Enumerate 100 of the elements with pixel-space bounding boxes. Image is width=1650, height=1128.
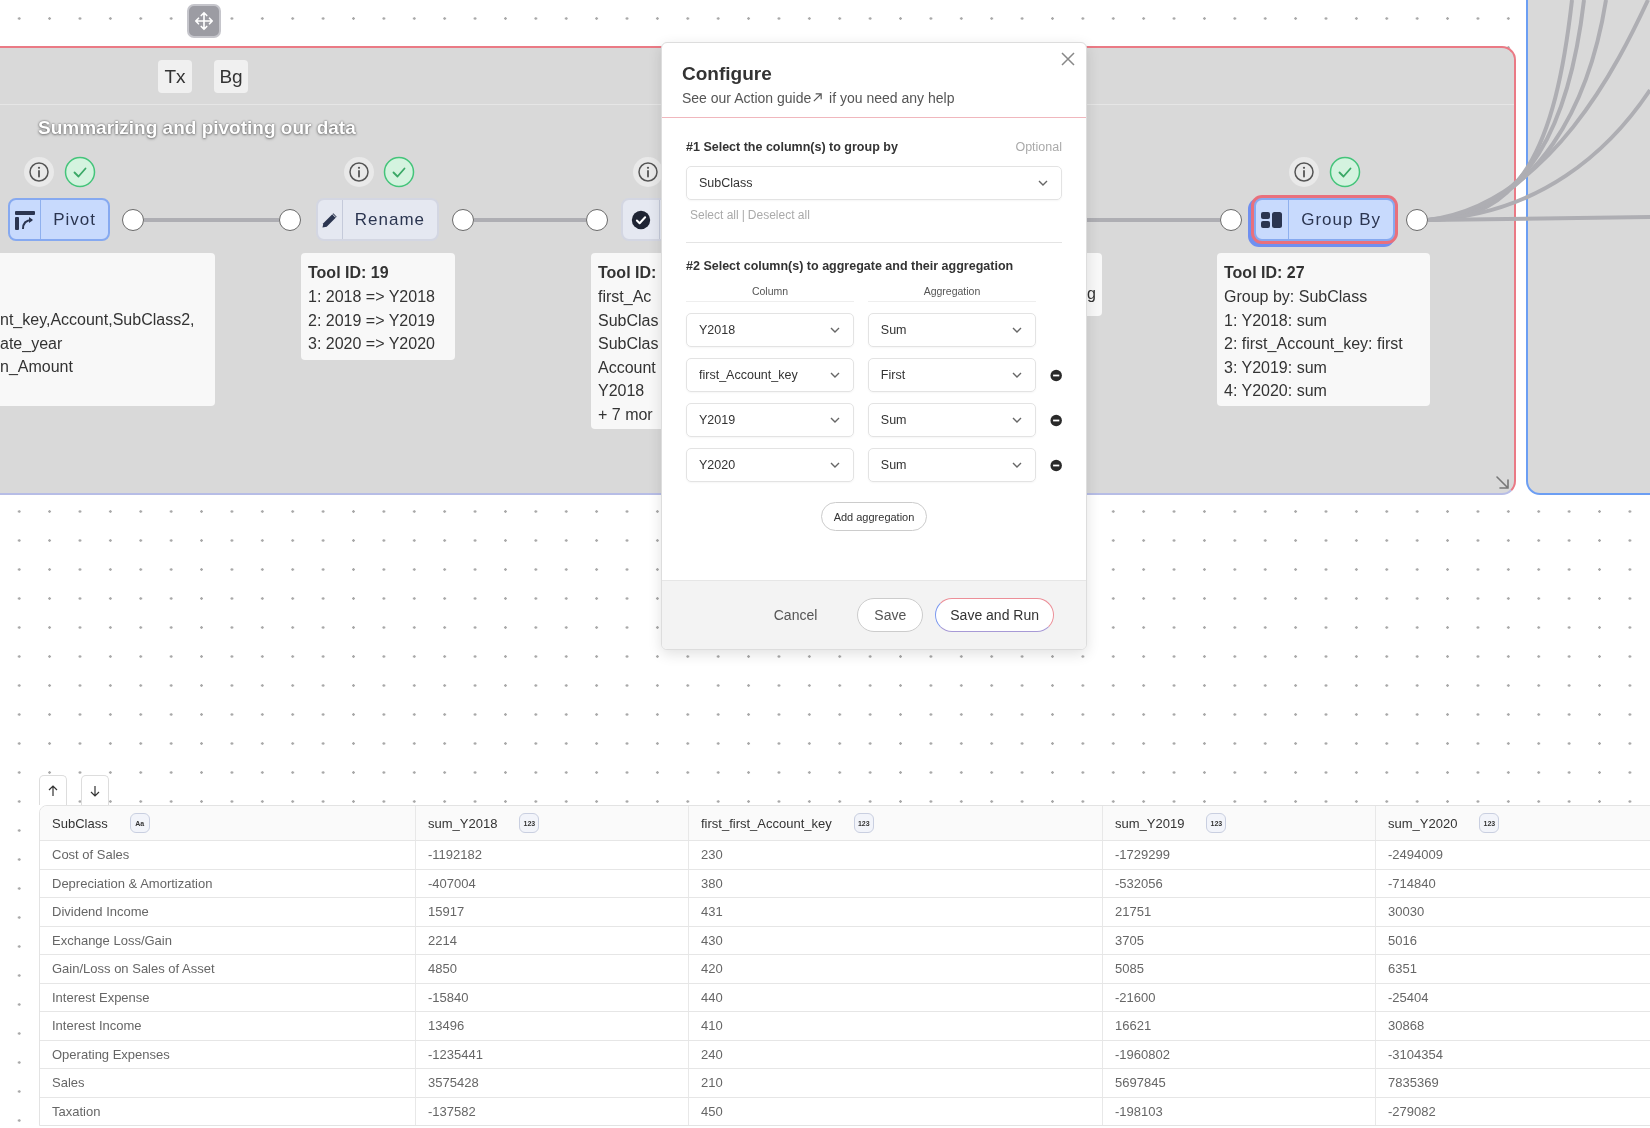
table-cell: -279082	[1376, 1097, 1650, 1125]
column-select[interactable]: Y2020	[686, 448, 854, 482]
table-cell: -714840	[1376, 869, 1650, 897]
table-cell: Cost of Sales	[40, 841, 416, 869]
table-cell: 7835369	[1376, 1069, 1650, 1097]
table-cell: -1729299	[1103, 841, 1376, 869]
card-title: Tool ID: 27	[1224, 263, 1305, 283]
aggregation-select[interactable]: Sum	[867, 403, 1036, 437]
resize-icon[interactable]	[1494, 474, 1512, 492]
close-icon[interactable]	[1060, 51, 1076, 67]
aggregation-select[interactable]: Sum	[867, 448, 1036, 482]
tool-node[interactable]: Rename	[316, 198, 439, 241]
link-separator: |	[741, 208, 745, 222]
table-cell: 420	[689, 955, 1103, 983]
table-cell: 13496	[416, 1012, 689, 1040]
table-cell: Depreciation & Amortization	[40, 869, 416, 897]
table-cell: -15840	[416, 983, 689, 1011]
info-icon[interactable]	[632, 156, 664, 188]
check-circle-icon	[630, 208, 652, 231]
aggregation-select[interactable]: Sum	[867, 313, 1036, 347]
card-text: 4: Y2020: sum	[1224, 381, 1327, 401]
format-button[interactable]: Bg	[214, 60, 248, 93]
column-header: Aggregation	[868, 285, 1036, 302]
column-select[interactable]: first_Account_key	[686, 358, 854, 392]
tool-node[interactable]: Pivot	[8, 198, 110, 241]
card-text: g	[1087, 284, 1096, 304]
card-text: Group by: SubClass	[1224, 287, 1368, 307]
table-cell: Dividend Income	[40, 898, 416, 926]
action-guide-link[interactable]: Action guide	[734, 90, 826, 106]
save-and-run-button[interactable]: Save and Run	[935, 598, 1054, 632]
move-icon	[193, 10, 215, 32]
group-title: Summarizing and pivoting our data	[38, 117, 356, 139]
column-select[interactable]: Y2019	[686, 403, 854, 437]
remove-icon[interactable]	[1049, 413, 1062, 427]
table-cell: 3705	[1103, 926, 1376, 954]
sort-ascending-button[interactable]	[39, 775, 67, 805]
save-button[interactable]: Save	[857, 598, 924, 632]
remove-icon[interactable]	[1049, 458, 1062, 472]
table-cell: 5085	[1103, 955, 1376, 983]
column-header: first_first_Account_key	[701, 815, 832, 831]
table-cell: 230	[689, 841, 1103, 869]
group-icon	[1260, 209, 1285, 230]
card-text: Account	[598, 357, 656, 378]
card-text: 3: Y2019: sum	[1224, 357, 1327, 378]
card-text: 1: 2018 => Y2018	[308, 287, 435, 307]
table-cell: 240	[689, 1040, 1103, 1068]
card-text: nt_key,Account,SubClass2,	[0, 310, 195, 330]
table-cell: -532056	[1103, 869, 1376, 897]
table-cell: Interest Expense	[40, 983, 416, 1011]
table-cell: 5016	[1376, 926, 1650, 954]
table-cell: 5697845	[1103, 1069, 1376, 1097]
column-header: sum_Y2018	[428, 815, 498, 831]
card-text: Y2018	[598, 381, 645, 401]
info-icon[interactable]	[343, 156, 375, 188]
table-cell: -25404	[1376, 983, 1650, 1011]
table-cell: 16621	[1103, 1012, 1376, 1040]
cancel-button[interactable]: Cancel	[759, 598, 832, 632]
add-aggregation-button[interactable]: Add aggregation	[820, 502, 928, 531]
info-icon[interactable]	[23, 156, 55, 188]
table-cell: Interest Income	[40, 1012, 416, 1040]
table-cell: 30030	[1376, 898, 1650, 926]
card-text: SubClas	[598, 334, 659, 354]
table-cell: -2494009	[1376, 841, 1650, 869]
table-cell: 2214	[416, 926, 689, 954]
card-text: 2: 2019 => Y2019	[308, 310, 435, 331]
column-select[interactable]: Y2018	[686, 313, 854, 347]
move-handle[interactable]	[187, 4, 221, 38]
table-cell: 6351	[1376, 955, 1650, 983]
table-cell: 440	[689, 983, 1103, 1011]
table-cell: -21600	[1103, 983, 1376, 1011]
card-title: Tool ID:	[598, 263, 657, 283]
table-cell: 15917	[416, 898, 689, 926]
card-text: 2: first_Account_key: first	[1224, 334, 1403, 354]
step-heading: #1 Select the column(s) to group by	[686, 140, 898, 154]
optional-hint: Optional	[1015, 140, 1062, 154]
external-link-icon	[812, 92, 824, 103]
card-title: Tool ID: 19	[308, 263, 389, 283]
group-by-select[interactable]: SubClass	[686, 166, 1062, 200]
table-cell: -407004	[416, 869, 689, 897]
sort-descending-button[interactable]	[81, 775, 109, 805]
table-cell: -3104354	[1376, 1040, 1650, 1068]
aggregation-select[interactable]: First	[867, 358, 1036, 392]
table-cell: Taxation	[40, 1097, 416, 1125]
card-text: n_Amount	[0, 357, 73, 377]
info-icon[interactable]	[1288, 156, 1320, 188]
table-cell: 21751	[1103, 898, 1376, 926]
remove-icon[interactable]	[1049, 368, 1062, 382]
table-cell: Sales	[40, 1069, 416, 1097]
table-cell: 450	[689, 1097, 1103, 1125]
table-cell: 30868	[1376, 1012, 1650, 1040]
dialog-subtitle: See our Action guide if you need any help	[682, 90, 956, 106]
table-cell: -137582	[416, 1097, 689, 1125]
column-header: sum_Y2019	[1115, 815, 1185, 831]
format-button[interactable]: Tx	[158, 60, 192, 93]
table-cell: -198103	[1103, 1097, 1376, 1125]
table-cell: Gain/Loss on Sales of Asset	[40, 955, 416, 983]
column-header: SubClass	[52, 815, 108, 831]
table-cell: 431	[689, 898, 1103, 926]
table-cell: 4850	[416, 955, 689, 983]
step-heading: #2 Select column(s) to aggregate and their aggregation	[686, 259, 1015, 273]
